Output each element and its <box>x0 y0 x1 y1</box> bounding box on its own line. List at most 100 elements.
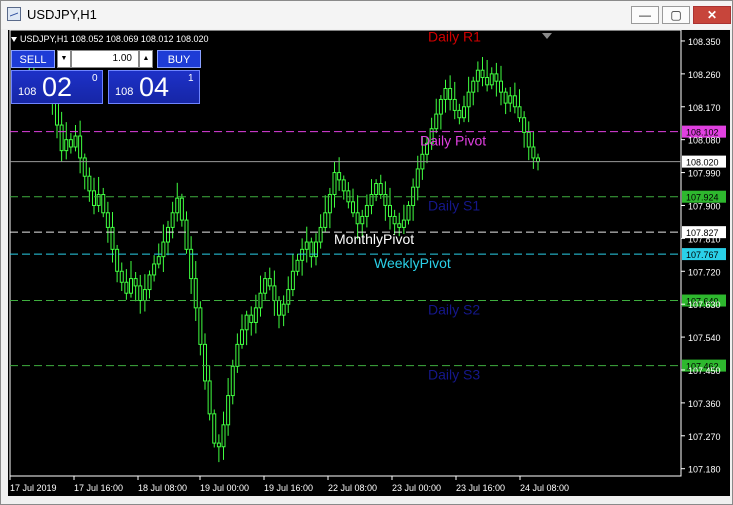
candle-body <box>360 215 365 225</box>
x-tick-label: 23 Jul 00:00 <box>392 483 441 493</box>
candle-body <box>526 131 531 148</box>
window-title: USDJPY,H1 <box>27 7 97 22</box>
candle-body <box>462 106 466 119</box>
lot-decrease-icon[interactable]: ▼ <box>57 50 71 68</box>
sell-price-button[interactable]: 108 02 0 <box>11 70 103 104</box>
level-label: Daily S2 <box>428 302 480 318</box>
candle-body <box>457 109 462 119</box>
lot-size-input[interactable]: 1.00 <box>71 50 139 68</box>
candle-body <box>485 77 490 86</box>
candle-body <box>512 95 517 108</box>
sell-button[interactable]: SELL <box>11 50 55 68</box>
price-chart[interactable]: Daily R1 Daily Pivot 108.102 Daily S1 107.92… <box>8 30 730 496</box>
candle-body <box>133 278 138 287</box>
level-label: MonthlyPivot <box>334 231 414 247</box>
chart-shift-marker-icon[interactable] <box>542 33 552 39</box>
candle-body <box>397 223 402 228</box>
candle-body <box>332 172 337 196</box>
candle-body <box>110 226 115 250</box>
candle-body <box>235 343 240 367</box>
candle-body <box>300 248 305 261</box>
candle-body <box>96 194 101 206</box>
lot-increase-icon[interactable]: ▲ <box>139 50 153 68</box>
candle-body <box>73 135 78 148</box>
candle-body <box>92 190 96 206</box>
chart-window-icon <box>7 7 21 21</box>
candle-body <box>499 80 503 93</box>
candle-body <box>383 194 388 206</box>
candle-body <box>327 194 332 214</box>
symbol-info: USDJPY,H1 108.052 108.069 108.012 108.02… <box>11 34 209 44</box>
candle-body <box>304 241 309 250</box>
candle-body <box>105 212 110 228</box>
current-price-tag-text: 108.020 <box>686 158 719 168</box>
candle-body <box>119 270 124 283</box>
candle-body <box>115 248 120 272</box>
title-bar[interactable]: USDJPY,H1 — ▢ ✕ <box>1 1 732 29</box>
candle-body <box>392 215 397 225</box>
buy-button[interactable]: BUY <box>157 50 201 68</box>
buy-price-prefix: 108 <box>115 86 134 98</box>
candle-body <box>124 281 129 294</box>
candle-body <box>536 157 540 163</box>
candle-body <box>68 139 73 148</box>
x-tick-label: 19 Jul 16:00 <box>264 483 313 493</box>
y-tick-label: 107.540 <box>688 333 721 343</box>
candle-body <box>253 307 258 323</box>
dropdown-triangle-icon[interactable] <box>11 37 17 43</box>
y-tick-label: 107.900 <box>688 201 721 211</box>
level-label: Daily S1 <box>428 198 480 214</box>
level-label: Daily R1 <box>428 30 481 44</box>
level-label: Daily S3 <box>428 367 480 383</box>
candle-body <box>166 226 170 243</box>
candle-body <box>82 157 87 177</box>
y-tick-label: 107.180 <box>688 465 721 475</box>
candle-body <box>184 219 189 250</box>
candle-body <box>494 73 499 82</box>
candle-body <box>471 80 476 93</box>
candle-body <box>87 175 92 192</box>
candle-body <box>64 139 69 152</box>
candle-body <box>364 204 369 217</box>
candle-body <box>406 204 411 221</box>
candle-body <box>443 87 448 100</box>
candle-body <box>378 183 383 196</box>
candle-body <box>226 395 231 426</box>
buy-price-pip: 1 <box>188 73 194 84</box>
candle-body <box>318 226 323 243</box>
candle-body <box>480 69 485 79</box>
candle-body <box>438 98 443 115</box>
candle-body <box>152 263 157 276</box>
candle-body <box>503 91 508 104</box>
buy-price-button[interactable]: 108 04 1 <box>108 70 200 104</box>
level-label: WeeklyPivot <box>374 255 451 271</box>
candle-body <box>207 380 212 415</box>
symbol-info-text: USDJPY,H1 108.052 108.069 108.012 108.02… <box>20 34 209 44</box>
candle-body <box>156 256 161 265</box>
candle-body <box>142 289 147 302</box>
candle-body <box>203 343 207 382</box>
candle-body <box>267 278 272 287</box>
x-tick-label: 19 Jul 00:00 <box>200 483 249 493</box>
candle-body <box>147 274 152 291</box>
y-tick-label: 108.260 <box>688 70 721 80</box>
candle-body <box>175 197 180 214</box>
x-tick-label: 18 Jul 08:00 <box>138 483 187 493</box>
maximize-button[interactable]: ▢ <box>662 6 690 24</box>
candle-body <box>475 69 480 82</box>
candle-body <box>193 278 198 309</box>
y-tick-label: 107.810 <box>688 234 721 244</box>
candle-body <box>281 303 286 316</box>
candle-body <box>240 329 244 345</box>
close-button[interactable]: ✕ <box>693 6 731 24</box>
level-label: Daily Pivot <box>420 133 486 149</box>
candle-body <box>263 278 268 294</box>
candle-body <box>434 113 439 130</box>
candle-body <box>323 212 328 228</box>
candle-body <box>401 219 406 228</box>
candle-body <box>466 91 471 108</box>
candle-body <box>369 194 374 206</box>
candle-body <box>212 413 217 444</box>
candle-body <box>295 259 300 272</box>
minimize-button[interactable]: — <box>631 6 659 24</box>
